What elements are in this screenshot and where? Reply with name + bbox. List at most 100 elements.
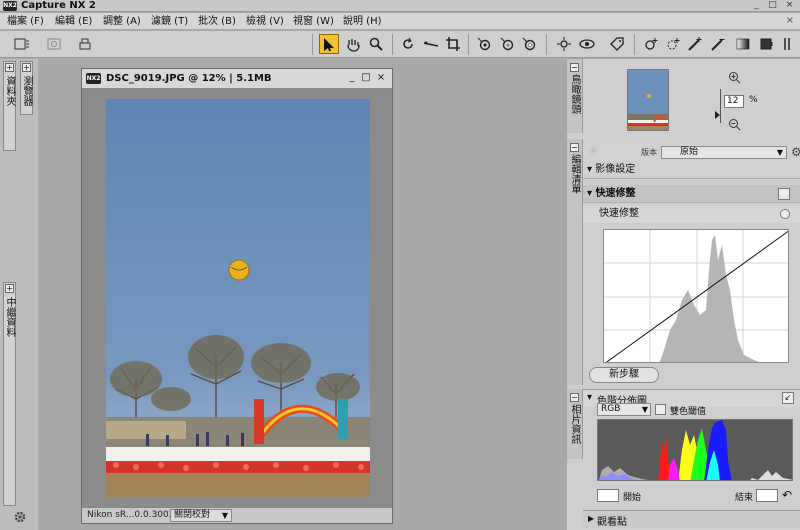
quick-fix-sub-row[interactable]: 快速修整 [583,205,800,223]
print-icon[interactable] [75,34,95,54]
image-window: NX2 DSC_9019.JPG @ 12% | 5.1MB _ □ × Nik… [81,68,393,524]
quick-fix-row[interactable]: ▾ 快速修整 [583,185,800,203]
channel-select[interactable]: RGB ▼ [597,403,651,416]
crop-icon[interactable] [443,34,463,54]
step-radio[interactable] [780,209,790,219]
expand-icon[interactable]: + [22,63,31,72]
photo-canvas[interactable] [106,99,370,497]
gradient-icon[interactable] [733,34,753,54]
channel-select-value: RGB [601,404,621,414]
hand-tool-icon[interactable] [343,34,363,54]
menu-help[interactable]: 說明 (H) [343,15,382,28]
zoom-out-icon[interactable] [728,118,741,131]
fill-icon[interactable] [757,34,777,54]
straighten-icon[interactable] [421,34,441,54]
doc-close-button[interactable]: × [375,72,387,84]
menu-window[interactable]: 視窗 (W) [293,15,334,28]
close-button[interactable]: × [783,0,796,11]
rotate-icon[interactable] [398,34,418,54]
zoom-unit: % [749,95,758,105]
metadata-tab[interactable]: + 中繼資料 [3,282,16,506]
chevron-down-icon: ▼ [776,148,783,157]
collapse-icon[interactable]: − [570,143,579,152]
navigator-thumbnail[interactable] [627,69,669,131]
compare-dropdown[interactable]: 關閉校對 ▼ [170,509,232,522]
white-control-point-icon[interactable] [519,34,539,54]
start-input[interactable] [597,489,619,502]
image-window-titlebar[interactable]: NX2 DSC_9019.JPG @ 12% | 5.1MB _ □ × [82,69,392,89]
maximize-button[interactable]: □ [766,0,779,11]
edit-list-tab[interactable]: − 編輯清單 [567,139,583,385]
doc-maximize-button[interactable]: □ [360,72,372,84]
end-input[interactable] [756,489,778,502]
reset-icon[interactable]: ↶ [782,488,792,502]
menu-filter[interactable]: 濾鏡 (T) [151,15,188,28]
metadata-tab-label: 中繼資料 [4,297,15,337]
quick-fix-label: 快速修整 [595,188,636,199]
workspace-icon[interactable] [12,34,32,54]
zoom-slider-handle[interactable] [715,111,720,119]
menu-edit[interactable]: 編輯 (E) [55,15,92,28]
image-settings-label: 影像設定 [595,164,636,175]
camera-info: Nikon sR...0.0.3002 [87,510,175,520]
photo-info-tab[interactable]: − 相片資訊 [567,389,583,459]
pop-out-icon[interactable]: ↙ [782,392,794,404]
image-settings-row[interactable]: ▾ 影像設定 [583,161,800,179]
collapse-icon[interactable]: − [570,393,579,402]
dual-threshold-checkbox[interactable] [655,404,666,415]
browser-tab[interactable]: + 瀏覽器 [20,61,33,115]
watch-points-row[interactable]: ▶ 觀看點 [583,510,800,528]
edit-list-tab-label: 編輯清單 [569,154,580,194]
auto-retouch-icon[interactable] [577,34,597,54]
selection-control-point-icon[interactable] [641,34,661,54]
zoom-slider-track[interactable] [720,89,721,123]
more-tools-icon[interactable] [779,34,799,54]
expand-icon[interactable]: + [5,63,14,72]
image-window-status: Nikon sR...0.0.3002 關閉校對 ▼ [82,507,392,523]
chevron-down-icon: ▾ [587,164,593,175]
folders-tab-label: 資料夾 [4,76,15,106]
enable-checkbox[interactable] [778,188,790,200]
folders-tab[interactable]: + 資料夾 [3,61,16,151]
navigator-tab[interactable]: − 鳥瞰鏡頭 [567,59,583,133]
title-bar: NX2 Capture NX 2 _ □ × [0,0,800,12]
gear-icon[interactable]: ⚙ [791,145,800,159]
lasso-icon[interactable] [663,34,683,54]
zoom-in-icon[interactable] [728,71,741,84]
image-window-title: DSC_9019.JPG @ 12% | 5.1MB [106,73,272,84]
menu-close-icon[interactable]: × [786,15,794,26]
curves-graph[interactable] [603,229,789,363]
new-step-button[interactable]: 新步驟 [589,367,659,383]
expand-icon[interactable]: + [5,284,14,293]
app-title: Capture NX 2 [21,0,96,11]
chevron-down-icon: ▼ [641,405,648,414]
zoom-tool-icon[interactable] [366,34,386,54]
dual-threshold-label: 雙色閾值 [670,407,707,417]
menu-view[interactable]: 檢視 (V) [246,15,284,28]
minimize-button[interactable]: _ [750,0,763,11]
browser-icon[interactable] [44,34,64,54]
menu-file[interactable]: 檔案 (F) [7,15,44,28]
red-eye-icon[interactable] [554,34,574,54]
settings-gear-icon[interactable] [12,509,30,527]
zoom-input[interactable]: 12 [724,95,744,108]
menu-bar: 檔案 (F) 編輯 (E) 調整 (A) 濾鏡 (T) 批次 (B) 檢視 (V… [0,13,800,30]
doc-minimize-button[interactable]: _ [346,72,358,84]
menu-adjust[interactable]: 調整 (A) [103,15,141,28]
version-select[interactable]: 原始 ▼ [661,146,787,159]
brush-icon[interactable] [685,34,705,54]
compare-dropdown-label: 關閉校對 [174,510,211,520]
eraser-icon[interactable] [708,34,728,54]
neutral-control-point-icon[interactable] [497,34,517,54]
menu-batch[interactable]: 批次 (B) [198,15,236,28]
quick-fix-sub-label: 快速修整 [599,208,639,219]
edit-list-header: ✳ 版本 原始 ▼ ⚙ [583,143,800,161]
tag-icon[interactable] [607,34,627,54]
collapse-icon[interactable]: − [570,63,579,72]
chevron-down-icon: ▼ [221,511,228,520]
app-logo-icon: NX2 [3,1,17,11]
browser-tab-label: 瀏覽器 [21,76,32,106]
document-logo-icon: NX2 [86,73,101,84]
direct-select-tool-icon[interactable] [319,34,339,54]
black-control-point-icon[interactable] [474,34,494,54]
